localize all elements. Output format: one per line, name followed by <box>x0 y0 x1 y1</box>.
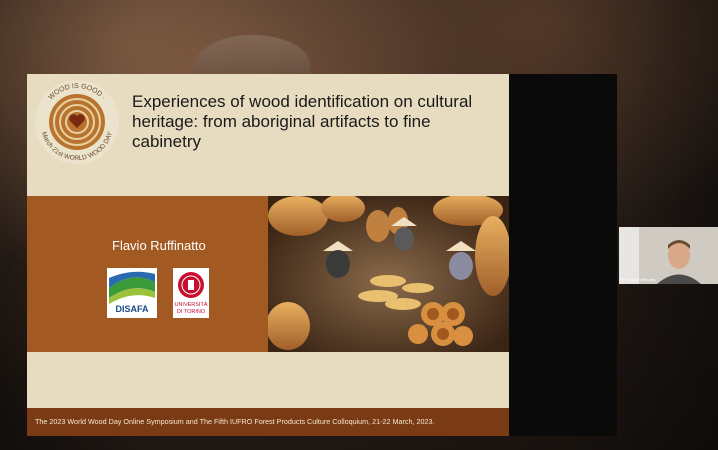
author-name: Flavio Ruffinatto <box>112 238 206 253</box>
participant-video-tile[interactable]: Dr. Flavio Ruffinatto <box>619 227 718 284</box>
unito-label-1: UNIVERSITÀ <box>174 301 207 308</box>
screen-share-right-edge <box>509 74 617 436</box>
world-wood-day-logo: WOOD IS GOOD · March 21st WORLD WOOD DAY <box>35 80 119 164</box>
disafa-logo: DISAFA <box>107 268 157 318</box>
author-band: Flavio Ruffinatto DISAFA UNIVERSITÀ DI T… <box>27 196 509 352</box>
presentation-slide: WOOD IS GOOD · March 21st WORLD WOOD DAY… <box>27 74 509 436</box>
unito-label-2: DI TORINO <box>177 309 206 315</box>
participant-name: Dr. Flavio Ruffinatto <box>620 277 656 282</box>
basket-weavers-photo <box>268 196 509 352</box>
footer-text: The 2023 World Wood Day Online Symposium… <box>35 417 435 426</box>
unito-logo: UNIVERSITÀ DI TORINO <box>173 268 209 318</box>
disafa-label: DISAFA <box>115 304 149 314</box>
slide-footer: The 2023 World Wood Day Online Symposium… <box>27 408 509 436</box>
slide-title: Experiences of wood identification on cu… <box>132 92 473 151</box>
